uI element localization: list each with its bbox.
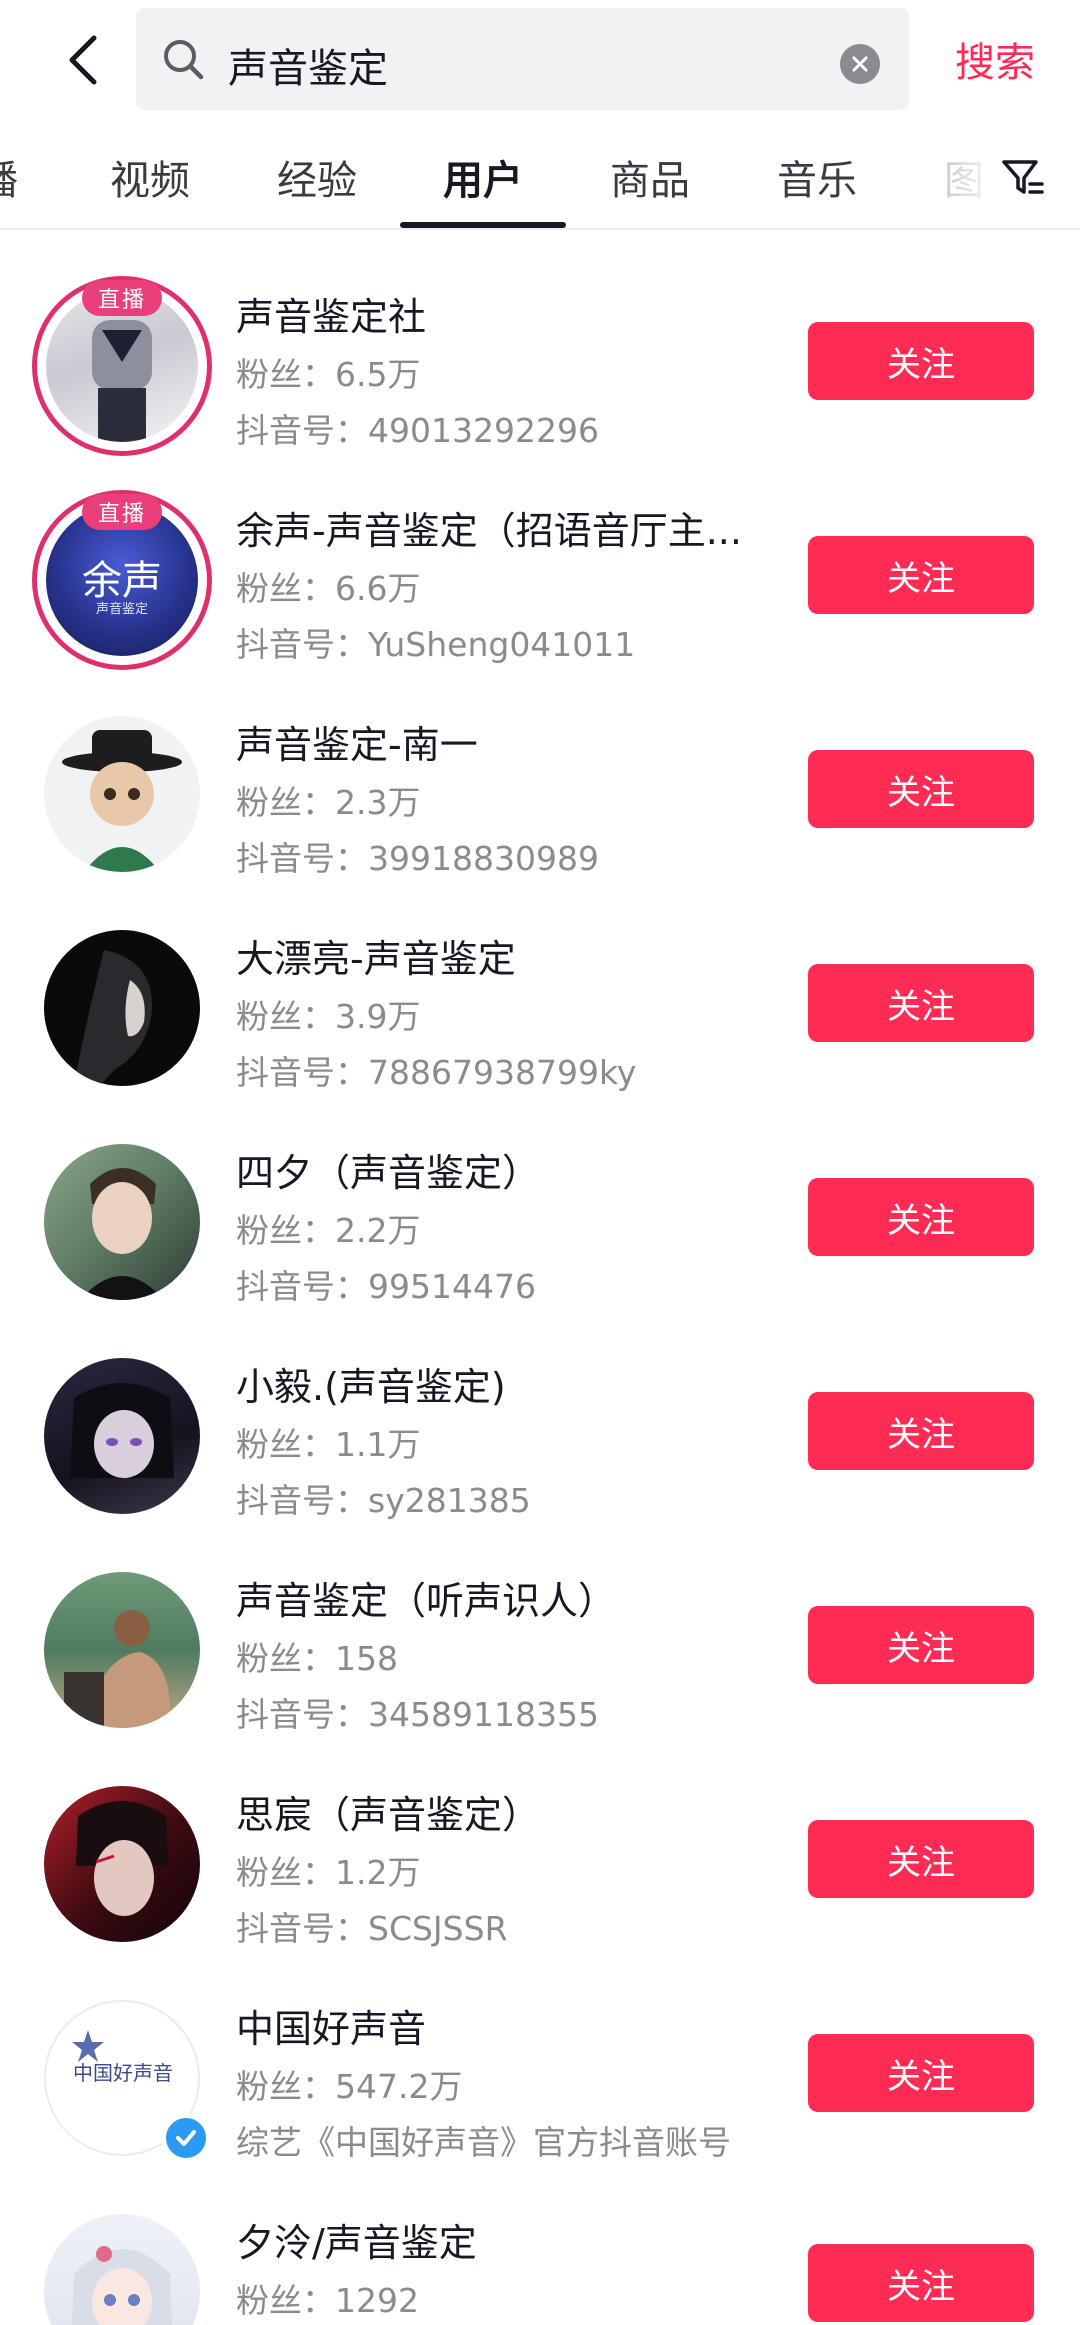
user-name[interactable]: 中国好声音 bbox=[236, 1998, 426, 2053]
user-results-list: 直播 声音鉴定社 粉丝：6.5万 抖音号：49013292296 关注 余声 声… bbox=[0, 240, 1080, 2325]
douyin-id: 抖音号：SCSJSSR bbox=[236, 1909, 508, 1948]
avatar[interactable]: 中国好声音 bbox=[32, 1988, 212, 2168]
user-row[interactable]: 声音鉴定-南一 粉丝：2.3万 抖音号：39918830989 关注 bbox=[0, 668, 1080, 882]
follow-button[interactable]: 关注 bbox=[808, 964, 1034, 1042]
follower-count: 粉丝：2.2万 bbox=[236, 1211, 421, 1250]
follower-count: 粉丝：2.3万 bbox=[236, 783, 421, 822]
search-button[interactable]: 搜索 bbox=[955, 30, 1035, 88]
avatar-text: 中国好声音 bbox=[73, 2061, 173, 2085]
follower-count: 粉丝：158 bbox=[236, 1639, 398, 1678]
douyin-id: 抖音号：34589118355 bbox=[236, 1695, 599, 1734]
avatar[interactable] bbox=[32, 1132, 212, 1312]
category-tabs: 播 视频 经验 用户 商品 音乐 图 bbox=[0, 120, 1080, 230]
avatar[interactable]: 直播 bbox=[32, 276, 212, 456]
follow-button[interactable]: 关注 bbox=[808, 322, 1034, 400]
search-icon bbox=[164, 40, 204, 80]
back-arrow-icon bbox=[69, 35, 97, 85]
user-name[interactable]: 四夕（声音鉴定） bbox=[236, 1142, 540, 1197]
avatar[interactable] bbox=[32, 918, 212, 1098]
follower-count: 粉丝：3.9万 bbox=[236, 997, 421, 1036]
follow-button[interactable]: 关注 bbox=[808, 1606, 1034, 1684]
follow-button[interactable]: 关注 bbox=[808, 1392, 1034, 1470]
user-name[interactable]: 夕泠/声音鉴定 bbox=[236, 2212, 477, 2267]
search-query-text[interactable]: 声音鉴定 bbox=[228, 36, 388, 94]
tab-video[interactable]: 视频 bbox=[110, 148, 190, 206]
follow-button[interactable]: 关注 bbox=[808, 1820, 1034, 1898]
tab-live[interactable]: 播 bbox=[0, 148, 18, 206]
user-name[interactable]: 声音鉴定社 bbox=[236, 286, 426, 341]
live-badge: 直播 bbox=[82, 494, 162, 530]
douyin-id: 抖音号：39918830989 bbox=[236, 839, 599, 878]
douyin-id: 抖音号：49013292296 bbox=[236, 411, 599, 450]
filter-icon[interactable] bbox=[1000, 156, 1044, 200]
follower-count: 粉丝：1292 bbox=[236, 2281, 419, 2320]
follow-button[interactable]: 关注 bbox=[808, 2244, 1034, 2322]
avatar[interactable]: 余声 声音鉴定 直播 bbox=[32, 490, 212, 670]
avatar[interactable] bbox=[32, 2202, 212, 2325]
douyin-id: 抖音号：78867938799ky bbox=[236, 1053, 637, 1092]
clear-icon[interactable] bbox=[840, 44, 880, 84]
user-row[interactable]: 声音鉴定（听声识人） 粉丝：158 抖音号：34589118355 关注 bbox=[0, 1524, 1080, 1738]
follow-button[interactable]: 关注 bbox=[808, 2034, 1034, 2112]
top-bar: 声音鉴定 搜索 bbox=[0, 0, 1080, 120]
avatar[interactable] bbox=[32, 1346, 212, 1526]
tabs-fade bbox=[940, 120, 1000, 226]
follow-button[interactable]: 关注 bbox=[808, 536, 1034, 614]
user-name[interactable]: 声音鉴定（听声识人） bbox=[236, 1570, 616, 1625]
avatar[interactable] bbox=[32, 704, 212, 884]
user-row[interactable]: 余声 声音鉴定 直播 余声-声音鉴定（招语音厅主... 粉丝：6.6万 抖音号：… bbox=[0, 454, 1080, 670]
active-tab-indicator bbox=[400, 222, 566, 228]
follower-count: 粉丝：547.2万 bbox=[236, 2067, 463, 2106]
avatar[interactable] bbox=[32, 1560, 212, 1740]
user-row[interactable]: 小毅.(声音鉴定) 粉丝：1.1万 抖音号：sy281385 关注 bbox=[0, 1310, 1080, 1524]
douyin-id: 抖音号：YuSheng041011 bbox=[236, 625, 636, 664]
douyin-id: 抖音号：sy281385 bbox=[236, 1481, 531, 1520]
user-name[interactable]: 小毅.(声音鉴定) bbox=[236, 1356, 506, 1411]
follower-count: 粉丝：1.1万 bbox=[236, 1425, 421, 1464]
douyin-id: 抖音号：99514476 bbox=[236, 1267, 536, 1306]
user-row[interactable]: 大漂亮-声音鉴定 粉丝：3.9万 抖音号：78867938799ky 关注 bbox=[0, 882, 1080, 1096]
account-description: 综艺《中国好声音》官方抖音账号 bbox=[236, 2123, 731, 2162]
follow-button[interactable]: 关注 bbox=[808, 750, 1034, 828]
tab-experience[interactable]: 经验 bbox=[277, 148, 357, 206]
user-name[interactable]: 思宸（声音鉴定） bbox=[236, 1784, 540, 1839]
avatar-subtext: 声音鉴定 bbox=[95, 602, 148, 617]
user-row[interactable]: 四夕（声音鉴定） 粉丝：2.2万 抖音号：99514476 关注 bbox=[0, 1096, 1080, 1310]
user-name[interactable]: 大漂亮-声音鉴定 bbox=[236, 928, 516, 983]
user-row[interactable]: 夕泠/声音鉴定 粉丝：1292 关注 bbox=[0, 2166, 1080, 2325]
follow-button[interactable]: 关注 bbox=[808, 1178, 1034, 1256]
back-button[interactable] bbox=[48, 20, 118, 100]
follower-count: 粉丝：6.6万 bbox=[236, 569, 421, 608]
user-name[interactable]: 声音鉴定-南一 bbox=[236, 714, 478, 769]
follower-count: 粉丝：6.5万 bbox=[236, 355, 421, 394]
search-input[interactable]: 声音鉴定 bbox=[136, 8, 909, 110]
user-row[interactable]: 直播 声音鉴定社 粉丝：6.5万 抖音号：49013292296 关注 bbox=[0, 240, 1080, 456]
user-name[interactable]: 余声-声音鉴定（招语音厅主... bbox=[236, 500, 742, 555]
tab-music[interactable]: 音乐 bbox=[777, 148, 857, 206]
live-badge: 直播 bbox=[82, 280, 162, 316]
avatar[interactable] bbox=[32, 1774, 212, 1954]
follower-count: 粉丝：1.2万 bbox=[236, 1853, 421, 1892]
tab-products[interactable]: 商品 bbox=[610, 148, 690, 206]
tab-users[interactable]: 用户 bbox=[443, 148, 523, 206]
user-row[interactable]: 思宸（声音鉴定） 粉丝：1.2万 抖音号：SCSJSSR 关注 bbox=[0, 1738, 1080, 1952]
user-row[interactable]: 中国好声音 中国好声音 粉丝：547.2万 综艺《中国好声音》官方抖音账号 关注 bbox=[0, 1952, 1080, 2166]
verified-icon bbox=[162, 2114, 210, 2162]
